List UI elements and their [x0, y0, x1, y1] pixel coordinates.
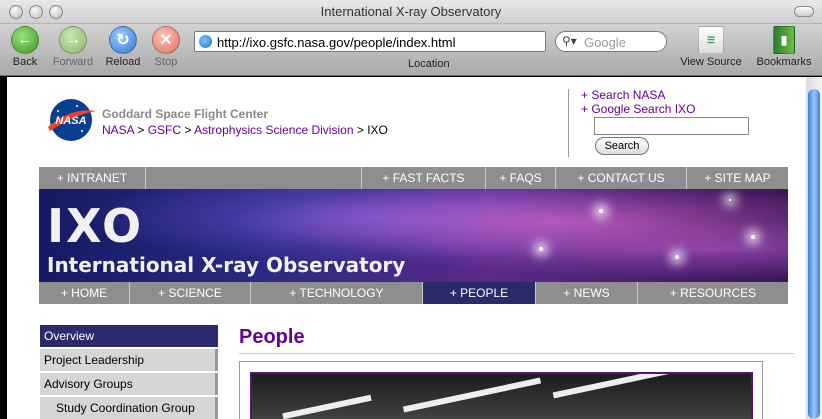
nav-intranet[interactable]: + INTRANET [39, 167, 146, 189]
back-button[interactable]: ← Back [0, 26, 50, 68]
toolbar-toggle-button[interactable] [794, 6, 814, 17]
stop-icon: ✕ [152, 26, 180, 54]
window-titlebar: International X-ray Observatory [0, 0, 822, 24]
header-links: + Search NASA + Google Search IXO [581, 88, 695, 116]
address-bar[interactable]: http://ixo.gsfc.nasa.gov/people/index.ht… [194, 31, 546, 52]
sidebar-item-study-coordination-group[interactable]: Study Coordination Group [40, 397, 218, 419]
nav-science[interactable]: + SCIENCE [130, 282, 251, 304]
breadcrumb-separator: > [184, 123, 192, 137]
nav-resources[interactable]: + RESOURCES [638, 282, 788, 304]
window-title: International X-ray Observatory [320, 4, 502, 19]
ixo-banner: IXO International X-ray Observatory [39, 189, 788, 282]
nav-technology[interactable]: + TECHNOLOGY [251, 282, 423, 304]
sidebar-item-overview[interactable]: Overview [40, 325, 218, 347]
page-viewport: NASA Goddard Space Flight Center NASA > … [7, 77, 806, 419]
title-divider [239, 353, 794, 354]
star [751, 235, 755, 239]
nasa-logo[interactable]: NASA [44, 97, 98, 143]
sidebar-item-project-leadership[interactable]: Project Leadership [40, 349, 218, 371]
search-placeholder: Google [584, 35, 626, 50]
main-nav: + HOME + SCIENCE + TECHNOLOGY + PEOPLE +… [39, 282, 788, 304]
nav-fast-facts[interactable]: + FAST FACTS [362, 167, 486, 189]
nav-site-map[interactable]: + SITE MAP [687, 167, 788, 189]
nav-people[interactable]: + PEOPLE [423, 282, 536, 304]
site-search-input[interactable] [594, 117, 749, 135]
view-source-icon: ☰ [698, 26, 724, 54]
google-search-link[interactable]: + Google Search IXO [581, 102, 695, 116]
page-scrollbar[interactable] [806, 77, 822, 419]
nav-spacer [146, 167, 362, 189]
nav-contact-us[interactable]: + CONTACT US [556, 167, 687, 189]
back-label: Back [12, 56, 38, 68]
view-source-button[interactable]: ☰ View Source [680, 26, 742, 68]
search-button[interactable]: Search [595, 137, 649, 155]
address-url[interactable]: http://ixo.gsfc.nasa.gov/people/index.ht… [217, 35, 455, 50]
photo-light [402, 377, 542, 413]
view-source-label: View Source [680, 56, 742, 68]
breadcrumb-asd[interactable]: Astrophysics Science Division [194, 123, 353, 137]
photo-light [552, 374, 672, 399]
star [729, 199, 731, 201]
search-icon: ⚲▾ [562, 34, 577, 48]
photo-light [282, 394, 372, 419]
breadcrumb-gsfc[interactable]: GSFC [148, 123, 181, 137]
scroll-thumb[interactable] [808, 89, 820, 419]
breadcrumb-nasa[interactable]: NASA [102, 123, 134, 137]
gsfc-title: Goddard Space Flight Center [102, 107, 269, 121]
star [675, 255, 679, 259]
breadcrumb: NASA > GSFC > Astrophysics Science Divis… [102, 123, 388, 137]
breadcrumb-separator: > [137, 123, 145, 137]
people-photo [250, 372, 753, 419]
forward-label: Forward [52, 56, 94, 68]
banner-acronym: IXO [47, 199, 144, 253]
stop-label: Stop [154, 56, 178, 68]
nav-faqs[interactable]: + FAQS [486, 167, 556, 189]
breadcrumb-separator: > [356, 123, 364, 137]
search-nasa-link[interactable]: + Search NASA [581, 88, 665, 102]
browser-toolbar: ← Back → Forward ↻ Reload ✕ Stop http://… [0, 24, 822, 76]
location-label: Location [408, 58, 450, 70]
banner-title: International X-ray Observatory [47, 253, 406, 277]
sidebar-item-advisory-groups[interactable]: Advisory Groups [40, 373, 218, 395]
star [599, 209, 603, 213]
browser-search-input[interactable]: ⚲▾ Google [555, 31, 667, 52]
forward-arrow-icon: → [59, 26, 87, 54]
sidebar: Overview Project Leadership Advisory Gro… [40, 325, 218, 419]
back-arrow-icon: ← [11, 26, 39, 54]
reload-icon: ↻ [109, 26, 137, 54]
forward-button[interactable]: → Forward [48, 26, 98, 68]
svg-text:NASA: NASA [55, 115, 86, 127]
nav-home[interactable]: + HOME [39, 282, 130, 304]
bookmarks-label: Bookmarks [756, 56, 812, 68]
page-title: People [239, 326, 305, 348]
nav-news[interactable]: + NEWS [536, 282, 638, 304]
globe-icon [199, 35, 212, 48]
stop-button[interactable]: ✕ Stop [141, 26, 191, 68]
utility-nav: + INTRANET + FAST FACTS + FAQS + CONTACT… [39, 167, 788, 189]
bookmark-icon: ▮ [773, 26, 795, 54]
bookmarks-button[interactable]: ▮ Bookmarks [752, 26, 816, 68]
breadcrumb-current: IXO [367, 123, 388, 137]
header-divider [568, 89, 569, 157]
star [539, 247, 543, 251]
